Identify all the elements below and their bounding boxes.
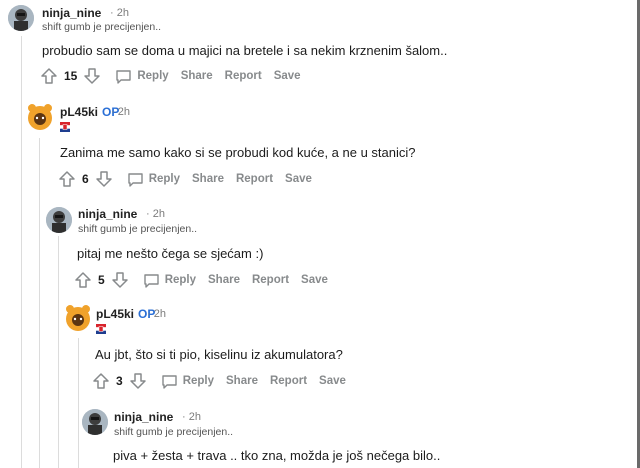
timestamp[interactable]: · 2h [146, 208, 165, 220]
speech-bubble-icon [143, 273, 159, 288]
share-button[interactable]: Share [192, 173, 224, 185]
share-button[interactable]: Share [226, 375, 258, 387]
report-button[interactable]: Report [236, 173, 273, 185]
reply-button[interactable]: Reply [143, 273, 196, 288]
comment-body: piva + žesta + trava .. tko zna, možda j… [113, 448, 441, 463]
upvote-button[interactable] [92, 372, 110, 390]
speech-bubble-icon [116, 69, 132, 84]
vote-score: 15 [64, 69, 78, 83]
report-button[interactable]: Report [270, 375, 307, 387]
user-flair: shift gumb je precijenjen.. [42, 21, 162, 33]
share-button[interactable]: Share [208, 274, 240, 286]
reply-button[interactable]: Reply [161, 374, 214, 389]
downvote-button[interactable] [111, 271, 129, 289]
save-button[interactable]: Save [319, 375, 346, 387]
save-button[interactable]: Save [274, 70, 301, 82]
thread-line [78, 338, 79, 468]
upvote-button[interactable] [58, 170, 76, 188]
upvote-button[interactable] [74, 271, 92, 289]
downvote-button[interactable] [83, 67, 101, 85]
upvote-button[interactable] [40, 67, 58, 85]
comment-body: Zanima me samo kako si se probudi kod ku… [60, 145, 416, 160]
avatar[interactable] [24, 101, 56, 133]
username[interactable]: ninja_nine [78, 207, 141, 221]
report-button[interactable]: Report [252, 274, 289, 286]
share-button[interactable]: Share [181, 70, 213, 82]
save-button[interactable]: Save [301, 274, 328, 286]
timestamp[interactable]: · 2h [147, 308, 166, 320]
avatar[interactable] [8, 5, 34, 31]
avatar[interactable] [62, 302, 94, 334]
timestamp[interactable]: · 2h [182, 411, 201, 423]
user-flair: shift gumb je precijenjen.. [78, 223, 198, 235]
downvote-button[interactable] [129, 372, 147, 390]
vote-score: 3 [116, 374, 123, 388]
speech-bubble-icon [161, 374, 177, 389]
thread-line [58, 236, 59, 468]
vote-score: 6 [82, 172, 89, 186]
downvote-button[interactable] [95, 170, 113, 188]
comment-body: Au jbt, što si ti pio, kiselinu iz akumu… [95, 347, 343, 362]
avatar[interactable] [82, 409, 108, 435]
comment-actions: 6 Reply Share Report Save [58, 169, 312, 189]
thread-line [21, 36, 22, 468]
comment-body: probudio sam se doma u majici na bretele… [42, 43, 448, 58]
timestamp[interactable]: · 2h [111, 106, 130, 118]
reply-button[interactable]: Reply [127, 172, 180, 187]
user-flair: shift gumb je precijenjen.. [114, 426, 234, 438]
comment-actions: 3 Reply Share Report Save [92, 371, 346, 391]
speech-bubble-icon [127, 172, 143, 187]
save-button[interactable]: Save [285, 173, 312, 185]
comment-actions: 15 Reply Share Report Save [40, 66, 301, 86]
username[interactable]: ninja_nine [114, 410, 177, 424]
report-button[interactable]: Report [225, 70, 262, 82]
timestamp[interactable]: · 2h [110, 7, 129, 19]
comment-actions: 5 Reply Share Report Save [74, 270, 328, 290]
thread-line [39, 138, 40, 468]
reply-button[interactable]: Reply [115, 69, 169, 84]
croatia-flag-icon [96, 324, 106, 334]
croatia-flag-icon [60, 122, 70, 132]
vote-score: 5 [98, 273, 105, 287]
avatar[interactable] [46, 207, 72, 233]
username[interactable]: ninja_nine [42, 6, 105, 20]
comment-body: pitaj me nešto čega se sjećam :) [77, 246, 264, 261]
